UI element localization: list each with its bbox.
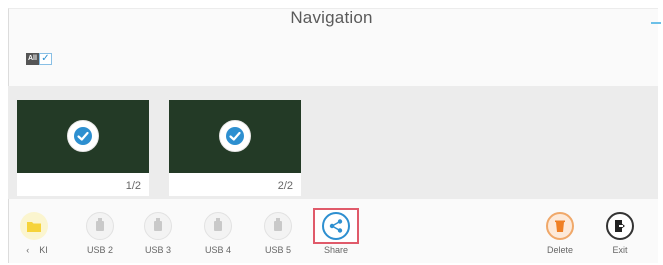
page-number: 2/2 [277, 180, 293, 192]
source-label: USB 5 [264, 245, 291, 255]
usb-icon [144, 212, 172, 240]
source-label: USB 3 [144, 245, 171, 255]
usb-icon [204, 212, 232, 240]
source-ki-button[interactable]: ‹ KI [8, 207, 60, 255]
share-icon [322, 212, 350, 240]
share-button[interactable]: Share [310, 207, 362, 255]
exit-button[interactable]: Exit [594, 207, 646, 255]
source-usb2-button[interactable]: USB 2 [74, 207, 126, 255]
source-usb3-button[interactable]: USB 3 [132, 207, 184, 255]
page-thumbnail[interactable]: 2/2 [169, 100, 301, 196]
source-label: USB 4 [204, 245, 231, 255]
source-label: ‹ KI [26, 245, 48, 255]
source-usb5-button[interactable]: USB 5 [252, 207, 304, 255]
corner-accent [651, 22, 661, 24]
select-all-checkbox[interactable]: ✓ [38, 52, 52, 65]
folder-icon [20, 212, 48, 240]
select-all-control[interactable]: All ✓ [26, 52, 52, 65]
exit-icon [606, 212, 634, 240]
usb-icon [86, 212, 114, 240]
page-thumbnail[interactable]: 1/2 [17, 100, 149, 196]
source-usb4-button[interactable]: USB 4 [192, 207, 244, 255]
share-label: Share [323, 245, 349, 255]
exit-label: Exit [612, 245, 628, 255]
select-all-tag: All [26, 52, 39, 65]
delete-label: Delete [546, 245, 573, 255]
source-label: USB 2 [86, 245, 113, 255]
delete-button[interactable]: Delete [534, 207, 586, 255]
bottom-toolbar: ‹ KI USB 2 USB 3 USB 4 USB 5 Share Delet… [8, 207, 658, 265]
check-icon[interactable] [219, 120, 251, 152]
usb-icon [264, 212, 292, 240]
check-icon[interactable] [67, 120, 99, 152]
delete-icon [546, 212, 574, 240]
page-number: 1/2 [125, 180, 141, 192]
page-title: Navigation [290, 8, 373, 27]
